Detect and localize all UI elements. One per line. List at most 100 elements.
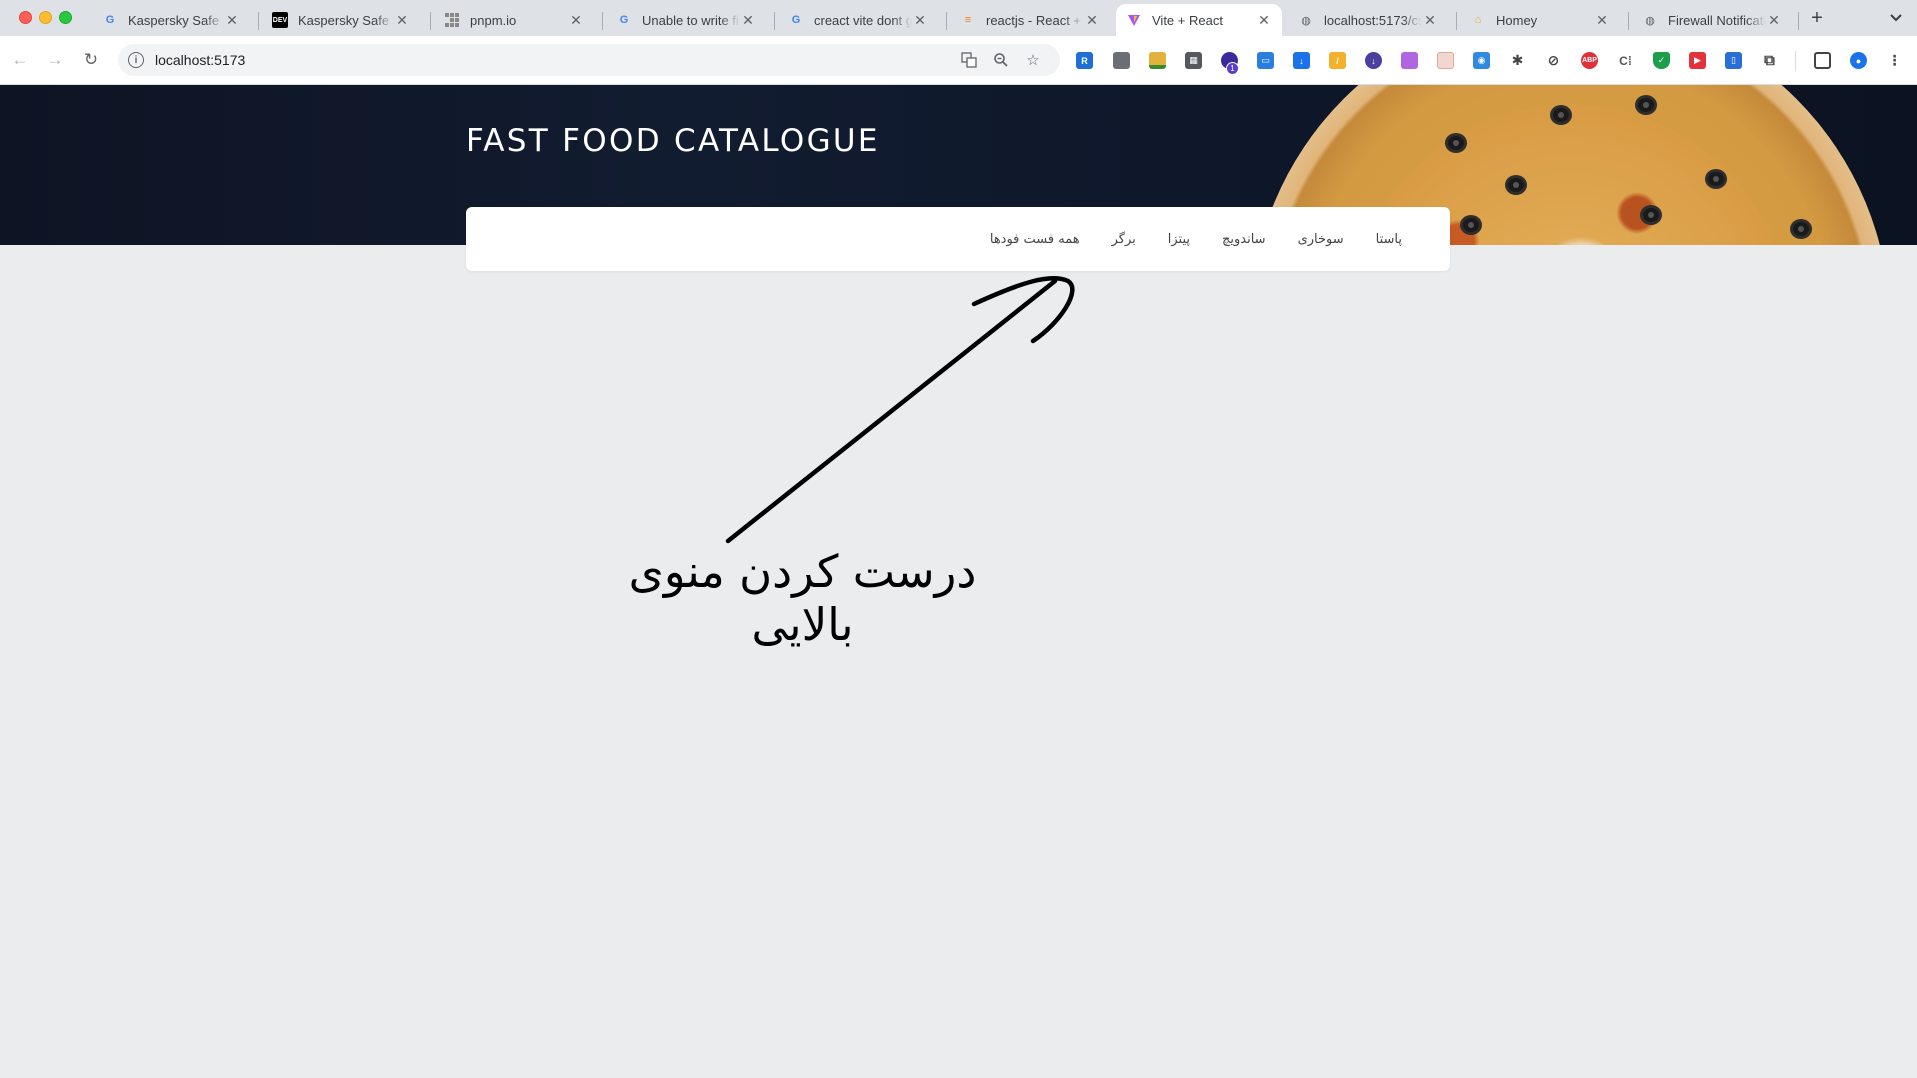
toolbar-divider — [1795, 51, 1796, 71]
tab-unable-to-write[interactable]: G Unable to write file ✕ — [606, 4, 766, 36]
pnpm-icon — [444, 12, 460, 28]
tab-title: Unable to write file — [642, 12, 740, 28]
close-icon[interactable]: ✕ — [1084, 12, 1100, 28]
extension-icon-6[interactable]: ▭ — [1257, 52, 1274, 69]
adblock-icon[interactable]: ABP — [1581, 52, 1598, 69]
menu-item-pizza[interactable]: پیتزا — [1168, 232, 1190, 247]
globe-icon: ◍ — [1645, 14, 1655, 27]
extension-icon-2[interactable] — [1113, 52, 1130, 69]
extension-icon-10[interactable] — [1401, 52, 1418, 69]
tab-divider — [1456, 12, 1457, 30]
side-panel-icon[interactable] — [1814, 52, 1831, 69]
address-bar[interactable]: i localhost:5173 ☆ — [118, 44, 1060, 76]
profile-avatar-icon[interactable]: ● — [1850, 52, 1867, 69]
close-icon[interactable]: ✕ — [1256, 12, 1272, 28]
extension-icon-8[interactable]: / — [1329, 52, 1346, 69]
tab-kaspersky-2[interactable]: DEV Kaspersky Safe Kids ✕ — [262, 4, 420, 36]
tab-firewall[interactable]: ◍ Firewall Notification ✕ — [1632, 4, 1792, 36]
extension-icon-19[interactable]: ▯ — [1725, 52, 1742, 69]
olive-topping — [1790, 219, 1812, 239]
page-viewport: FAST FOOD CATALOGUE همه فست فودها برگر پ… — [0, 85, 1917, 1078]
site-info-icon[interactable]: i — [128, 52, 144, 68]
vite-icon — [1126, 12, 1142, 28]
tab-title: Homey — [1496, 12, 1538, 28]
tab-divider — [602, 12, 603, 30]
olive-topping — [1505, 175, 1527, 195]
close-icon[interactable]: ✕ — [912, 12, 928, 28]
tab-title: Kaspersky Safe Kids — [128, 12, 224, 28]
zoom-window-button[interactable] — [59, 11, 72, 24]
qr-code-icon[interactable]: ▦ — [1185, 52, 1202, 69]
tab-pnpm[interactable]: pnpm.io ✕ — [434, 4, 594, 36]
extension-icon-9[interactable]: ↓ — [1365, 52, 1382, 69]
more-menu-icon[interactable]: ⋮ — [1886, 52, 1903, 69]
tab-kaspersky-1[interactable]: G Kaspersky Safe Kids ✕ — [92, 4, 250, 36]
google-icon: G — [105, 14, 115, 26]
tab-title: pnpm.io — [470, 12, 517, 28]
tab-divider — [774, 12, 775, 30]
tab-title: localhost:5173/css — [1324, 12, 1422, 28]
google-icon: G — [619, 14, 629, 26]
menu-item-fried[interactable]: سوخاری — [1298, 232, 1344, 247]
bookmark-star-icon[interactable]: ☆ — [1024, 51, 1042, 69]
close-icon[interactable]: ✕ — [224, 12, 240, 28]
tab-title: creact vite dont generate — [814, 12, 912, 28]
forward-arrow-icon[interactable]: → — [43, 48, 67, 72]
tab-title: Firewall Notification — [1668, 12, 1766, 28]
close-icon[interactable]: ✕ — [1594, 12, 1610, 28]
new-tab-button[interactable]: + — [1806, 7, 1828, 29]
tab-creact-vite[interactable]: G creact vite dont generate ✕ — [778, 4, 938, 36]
extension-badge: 1 — [1226, 62, 1239, 75]
stackoverflow-icon: ≡ — [964, 14, 972, 26]
olive-topping — [1635, 95, 1657, 115]
zoom-icon[interactable] — [992, 51, 1010, 69]
olive-topping — [1460, 215, 1482, 235]
tab-divider — [1798, 12, 1799, 30]
tab-localhost-css[interactable]: ◍ localhost:5173/css ✕ — [1288, 4, 1448, 36]
translate-icon[interactable] — [960, 51, 978, 69]
category-menu: همه فست فودها برگر پیتزا ساندویچ سوخاری … — [466, 207, 1450, 271]
dev-icon: DEV — [272, 12, 288, 28]
menu-item-sandwich[interactable]: ساندویچ — [1222, 232, 1266, 247]
menu-item-pasta[interactable]: پاستا — [1376, 232, 1402, 247]
tab-homey[interactable]: ⌂ Homey ✕ — [1460, 4, 1620, 36]
puzzle-extensions-icon[interactable]: ⧉ — [1761, 52, 1778, 69]
reload-icon[interactable]: ↻ — [79, 48, 103, 72]
tab-divider — [1628, 12, 1629, 30]
globe-icon: ◍ — [1301, 14, 1311, 27]
tab-title: Kaspersky Safe Kids — [298, 12, 394, 28]
close-icon[interactable]: ✕ — [1422, 12, 1438, 28]
extension-icon-12[interactable]: ◉ — [1473, 52, 1490, 69]
minimize-window-button[interactable] — [39, 11, 52, 24]
tab-divider — [946, 12, 947, 30]
extension-icon-1[interactable]: R — [1076, 52, 1093, 69]
extension-icon-16[interactable]: C⁞ — [1617, 52, 1634, 69]
tab-vite-react[interactable]: Vite + React ✕ — [1116, 4, 1282, 36]
extension-icon-11[interactable] — [1437, 52, 1454, 69]
download-icon[interactable]: ↓ — [1293, 52, 1310, 69]
sync-off-icon[interactable]: ⊘ — [1545, 52, 1562, 69]
shield-icon[interactable]: ✓ — [1653, 52, 1670, 69]
menu-item-all-fast-food[interactable]: همه فست فودها — [990, 232, 1080, 247]
video-record-icon[interactable]: ▶ — [1689, 52, 1706, 69]
tab-title: Vite + React — [1152, 12, 1223, 28]
close-icon[interactable]: ✕ — [740, 12, 756, 28]
olive-topping — [1705, 169, 1727, 189]
close-icon[interactable]: ✕ — [568, 12, 584, 28]
homey-icon: ⌂ — [1474, 14, 1482, 26]
tab-search-chevron-icon[interactable] — [1886, 8, 1906, 28]
menu-item-burger[interactable]: برگر — [1112, 232, 1136, 247]
url-text[interactable]: localhost:5173 — [155, 52, 245, 68]
tab-reactjs[interactable]: ≡ reactjs - React + Vite ✕ — [950, 4, 1110, 36]
extension-icon-3[interactable] — [1149, 52, 1166, 69]
close-icon[interactable]: ✕ — [394, 12, 410, 28]
close-window-button[interactable] — [19, 11, 32, 24]
olive-topping — [1445, 133, 1467, 153]
back-arrow-icon[interactable]: ← — [8, 48, 32, 72]
tab-divider — [430, 12, 431, 30]
google-icon: G — [791, 14, 801, 26]
bug-icon[interactable]: ✱ — [1509, 52, 1526, 69]
close-icon[interactable]: ✕ — [1766, 12, 1782, 28]
olive-topping — [1550, 105, 1572, 125]
tab-title: reactjs - React + Vite — [986, 12, 1084, 28]
